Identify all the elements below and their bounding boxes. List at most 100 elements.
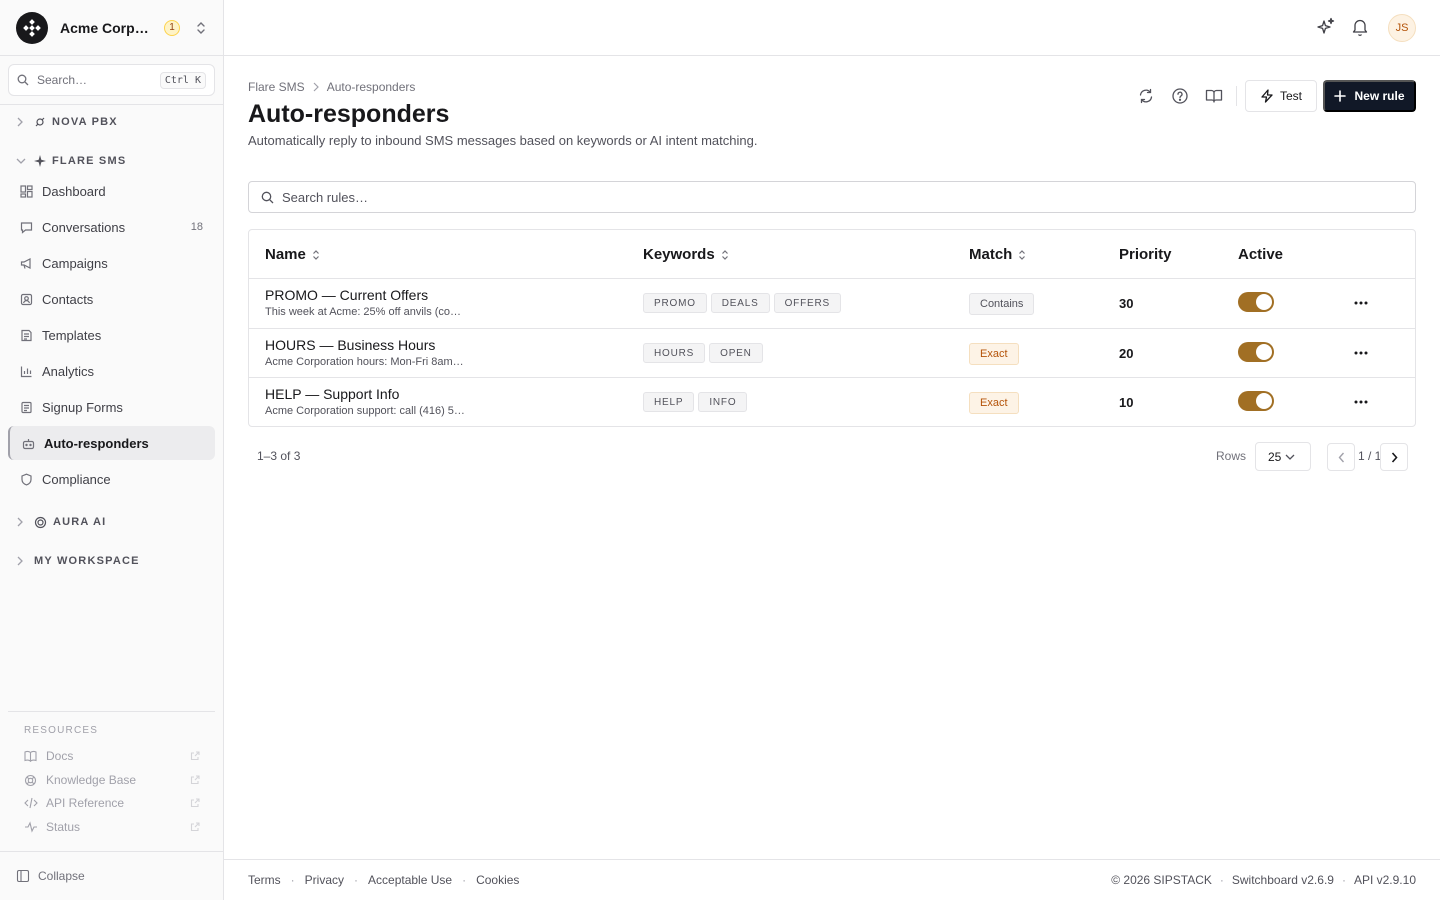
rules-table: Name Keywords Match Priority Active PROM… — [248, 229, 1416, 427]
resource-docs[interactable]: Docs — [24, 747, 200, 765]
table-row[interactable]: PROMO — Current Offers This week at Acme… — [249, 279, 1415, 328]
separator: · — [290, 873, 295, 887]
column-header-match[interactable]: Match — [969, 230, 1026, 279]
rows-per-page-select[interactable]: 25 — [1255, 442, 1311, 471]
more-actions-icon[interactable] — [1353, 293, 1369, 313]
external-link-icon — [190, 822, 200, 832]
templates-icon — [20, 329, 34, 342]
sort-icon — [312, 249, 320, 261]
sidebar-item-dashboard[interactable]: Dashboard — [8, 174, 215, 208]
sidebar-item-label: Compliance — [42, 471, 111, 487]
footer-link-privacy[interactable]: Privacy — [305, 873, 344, 887]
user-avatar[interactable]: JS — [1388, 14, 1416, 42]
table-row[interactable]: HOURS — Business Hours Acme Corporation … — [249, 328, 1415, 377]
activity-icon — [24, 821, 38, 833]
column-header-active: Active — [1238, 230, 1283, 279]
table-row[interactable]: HELP — Support Info Acme Corporation sup… — [249, 377, 1415, 426]
column-header-name[interactable]: Name — [265, 230, 320, 279]
group-my-workspace[interactable]: MY WORKSPACE — [16, 551, 140, 571]
sidebar-item-label: Auto-responders — [44, 435, 149, 451]
chevron-down-icon — [16, 157, 28, 165]
column-label: Match — [969, 246, 1013, 263]
keyword-chip: HELP — [643, 392, 695, 412]
new-rule-button[interactable]: New rule — [1323, 80, 1416, 112]
refresh-icon[interactable] — [1137, 87, 1155, 105]
bell-icon[interactable] — [1352, 17, 1368, 37]
resource-knowledge-base[interactable]: Knowledge Base — [24, 771, 200, 789]
search-icon — [261, 191, 274, 204]
test-button[interactable]: Test — [1245, 80, 1317, 112]
footer-link-cookies[interactable]: Cookies — [476, 873, 519, 887]
sidebar-item-compliance[interactable]: Compliance — [8, 462, 215, 496]
column-header-keywords[interactable]: Keywords — [643, 230, 729, 279]
match-badge: Exact — [969, 392, 1019, 414]
sidebar-item-label: Templates — [42, 327, 102, 343]
rule-name: HELP — Support Info — [265, 386, 400, 402]
toggle-knob — [1256, 294, 1272, 310]
external-link-icon — [190, 798, 200, 808]
resource-label: Knowledge Base — [46, 773, 137, 787]
collapse-sidebar-button[interactable]: Collapse — [0, 851, 223, 900]
sidebar-item-label: Conversations — [42, 219, 126, 235]
sidebar-item-label: Dashboard — [42, 183, 106, 199]
rows-per-page-value: 25 — [1268, 449, 1282, 464]
next-page-button[interactable] — [1380, 443, 1408, 471]
more-actions-icon[interactable] — [1353, 392, 1369, 412]
group-aura-ai[interactable]: AURA AI — [16, 512, 106, 532]
breadcrumb-flare-sms[interactable]: Flare SMS — [248, 80, 305, 94]
app-version: Switchboard v2.6.9 — [1231, 873, 1334, 887]
sort-icon — [721, 249, 729, 261]
sidebar-item-signup-forms[interactable]: Signup Forms — [8, 390, 215, 424]
page-footer: Terms · Privacy · Acceptable Use · Cooki… — [224, 859, 1440, 900]
sidebar-item-templates[interactable]: Templates — [8, 318, 215, 352]
book-open-icon[interactable] — [1205, 87, 1223, 105]
previous-page-button[interactable] — [1327, 443, 1355, 471]
resource-label: Status — [46, 820, 81, 834]
active-toggle[interactable] — [1238, 342, 1274, 362]
search-shortcut: Ctrl K — [159, 71, 206, 89]
more-actions-icon[interactable] — [1353, 343, 1369, 363]
resources-title: RESOURCES — [24, 725, 99, 736]
sidebar-item-contacts[interactable]: Contacts — [8, 282, 215, 316]
ai-sparkles-icon[interactable] — [1317, 17, 1335, 37]
sidebar-search[interactable]: Search… Ctrl K — [8, 64, 215, 96]
toggle-knob — [1256, 393, 1272, 409]
sidebar-item-auto-responders[interactable]: Auto-responders — [8, 426, 215, 460]
group-flare-sms[interactable]: FLARE SMS — [16, 151, 126, 171]
sidebar-item-conversations[interactable]: Conversations 18 — [8, 210, 215, 244]
resource-api-reference[interactable]: API Reference — [24, 794, 200, 812]
separator: · — [1219, 873, 1224, 887]
column-label: Active — [1238, 246, 1284, 263]
group-label: NOVA PBX — [52, 116, 118, 128]
sidebar-item-analytics[interactable]: Analytics — [8, 354, 215, 388]
rule-description: Acme Corporation support: call (416) 5… — [265, 405, 465, 417]
footer-link-terms[interactable]: Terms — [248, 873, 281, 887]
api-version: API v2.9.10 — [1353, 873, 1416, 887]
collapse-label: Collapse — [38, 869, 85, 883]
resource-status[interactable]: Status — [24, 818, 200, 836]
keyword-chip: HOURS — [643, 343, 706, 363]
footer-meta: © 2026 SIPSTACK · Switchboard v2.6.9 · A… — [1111, 873, 1416, 887]
sidebar-item-label: Contacts — [42, 291, 94, 307]
notification-badge: 1 — [164, 19, 180, 36]
rule-name-cell: HOURS — Business Hours Acme Corporation … — [265, 337, 495, 368]
sort-icon — [1018, 249, 1026, 261]
active-toggle[interactable] — [1238, 292, 1274, 312]
help-icon[interactable] — [1171, 87, 1189, 105]
test-label: Test — [1279, 89, 1302, 103]
group-nova-pbx[interactable]: NOVA PBX — [16, 112, 118, 132]
rules-search-input[interactable]: Search rules… — [248, 181, 1416, 213]
megaphone-icon — [20, 257, 34, 270]
active-toggle[interactable] — [1238, 391, 1274, 411]
chevron-up-down-icon[interactable] — [195, 21, 207, 35]
book-icon — [24, 750, 38, 762]
chevron-right-icon — [313, 82, 319, 92]
sparkle-icon — [34, 155, 46, 167]
org-switcher[interactable]: Acme Corporation 1 — [0, 0, 223, 56]
phone-icon — [34, 116, 46, 128]
footer-link-acceptable-use[interactable]: Acceptable Use — [368, 873, 452, 887]
sidebar-item-campaigns[interactable]: Campaigns — [8, 246, 215, 280]
chevron-right-icon — [16, 517, 28, 527]
column-label: Priority — [1119, 246, 1172, 263]
external-link-icon — [190, 775, 200, 785]
